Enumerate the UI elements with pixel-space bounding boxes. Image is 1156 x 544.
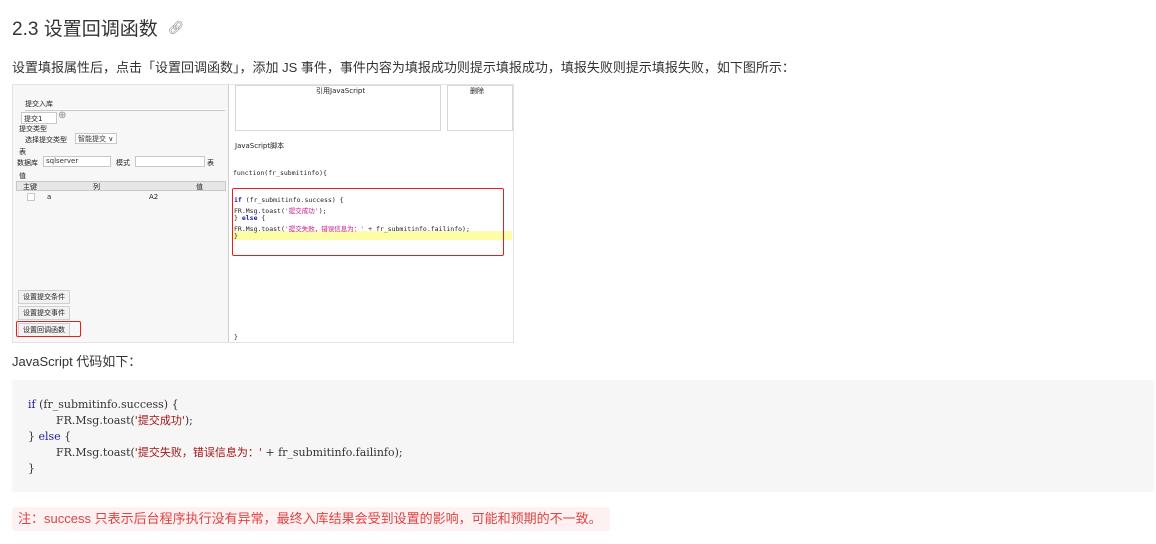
- code-text: FR.Msg.toast(: [28, 446, 135, 459]
- table-header: 表: [19, 148, 26, 156]
- col-column: 列: [93, 183, 100, 191]
- submit-to-db-label: 提交入库: [25, 100, 53, 108]
- keyword: if: [28, 398, 36, 411]
- editor-closing-brace: }: [234, 333, 238, 341]
- database-select: sqlserver: [43, 156, 111, 167]
- submit-type-value: 智能提交: [78, 135, 106, 143]
- value-table-header: [16, 181, 226, 191]
- set-submit-event-button: 设置提交事件: [18, 306, 70, 320]
- value-table-body: [16, 191, 226, 285]
- divider: [25, 109, 225, 111]
- keyword: else: [38, 430, 61, 443]
- add-icon: ⊕: [58, 110, 67, 121]
- link-icon[interactable]: 🔗︎: [168, 20, 185, 36]
- function-signature: function(fr_submitinfo){: [233, 169, 327, 177]
- mode-label: 模式: [116, 159, 130, 167]
- code-block[interactable]: if (fr_submitinfo.success) { FR.Msg.toas…: [12, 380, 1154, 492]
- ref-js-label: 引用JavaScript: [316, 87, 366, 95]
- screenshot-figure: 提交入库 提交1 ⊕ 提交类型 选择提交类型 智能提交 ∨ 表 数据库 sqls…: [12, 84, 514, 343]
- code-text: (fr_submitinfo.success) {: [35, 398, 179, 411]
- warning-note: 注：success 只表示后台程序执行没有异常，最终入库结果会受到设置的影响，可…: [12, 507, 610, 531]
- submit1-tab: 提交1: [21, 112, 57, 124]
- database-label: 数据库: [17, 159, 38, 167]
- code-text: + fr_submitinfo.failinfo);: [261, 446, 403, 459]
- submit1-tab-label: 提交1: [24, 115, 43, 123]
- code-text: {: [60, 430, 72, 443]
- mode-select: [135, 156, 205, 167]
- section-title: 2.3 设置回调函数: [12, 19, 158, 40]
- submit-type-header: 提交类型: [19, 125, 47, 133]
- primary-key-checkbox: [27, 193, 35, 201]
- submit-settings-panel: 提交入库 提交1 ⊕ 提交类型 选择提交类型 智能提交 ∨ 表 数据库 sqls…: [13, 85, 229, 342]
- ref-js-area: 引用JavaScript: [235, 85, 441, 131]
- col-primary-key: 主键: [23, 183, 37, 191]
- code-text: }: [28, 462, 35, 475]
- col-value: 值: [196, 183, 203, 191]
- callback-highlight-box: [16, 321, 81, 337]
- database-value: sqlserver: [46, 157, 79, 165]
- string-literal: '提交失败，错误信息为：': [134, 446, 262, 459]
- code-text: FR.Msg.toast(: [28, 414, 135, 427]
- string-literal: '提交成功': [134, 414, 185, 427]
- section-heading: 2.3 设置回调函数 🔗︎: [12, 14, 184, 41]
- js-script-label: JavaScript脚本: [235, 142, 285, 150]
- intro-paragraph: 设置填报属性后，点击「设置回调函数」，添加 JS 事件，事件内容为填报成功则提示…: [12, 60, 795, 75]
- value-header: 值: [19, 172, 26, 180]
- select-submit-type-label: 选择提交类型: [25, 136, 67, 144]
- code-text: }: [28, 430, 39, 443]
- table-label: 表: [207, 159, 214, 167]
- delete-area: 删除: [447, 85, 513, 131]
- code-content: if (fr_submitinfo.success) { FR.Msg.toas…: [28, 397, 403, 477]
- delete-label: 删除: [470, 87, 484, 95]
- js-code-label: JavaScript 代码如下：: [12, 354, 142, 369]
- code-highlight-box: [232, 188, 504, 256]
- submit-type-select: 智能提交 ∨: [75, 133, 117, 144]
- row-column: a: [47, 193, 52, 201]
- set-submit-condition-button: 设置提交条件: [18, 290, 70, 304]
- code-text: );: [184, 414, 193, 427]
- row-value: A2: [149, 193, 159, 201]
